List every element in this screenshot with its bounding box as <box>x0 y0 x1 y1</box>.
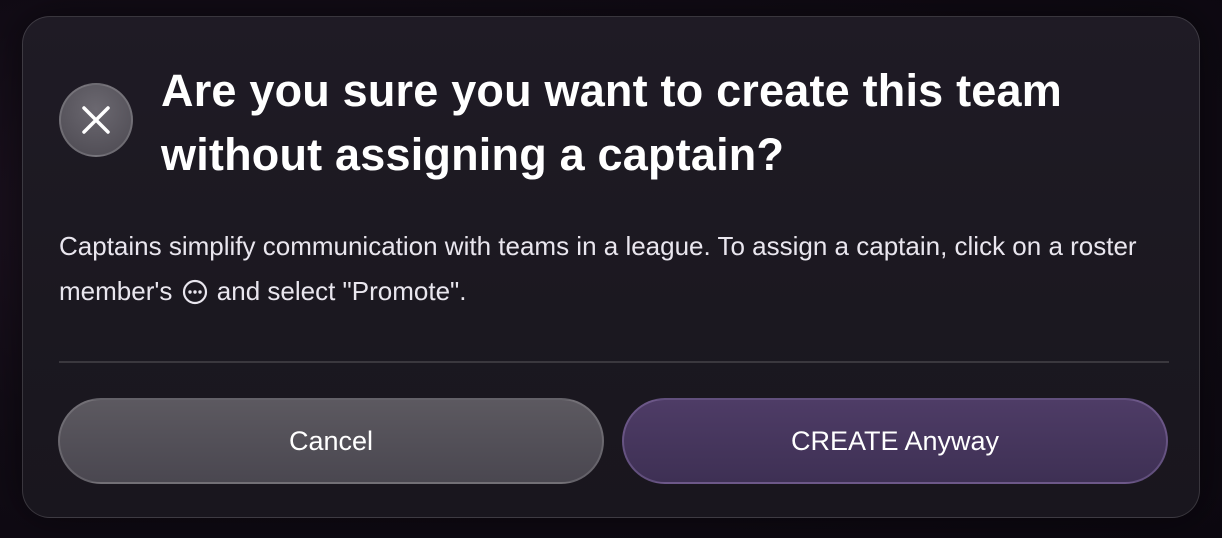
confirm-dialog: Are you sure you want to create this tea… <box>22 16 1200 518</box>
dialog-title: Are you sure you want to create this tea… <box>161 65 1062 180</box>
divider <box>59 361 1169 363</box>
cancel-button[interactable]: Cancel <box>58 398 604 484</box>
dialog-message: Captains simplify communication with tea… <box>59 224 1169 314</box>
create-anyway-button-label: CREATE Anyway <box>790 425 1000 456</box>
cancel-button-label: Cancel <box>288 425 374 456</box>
create-anyway-button[interactable]: CREATE Anyway <box>622 398 1168 484</box>
more-options-icon <box>182 279 207 305</box>
close-button[interactable] <box>59 83 133 157</box>
close-icon <box>82 106 110 134</box>
message-text-end: and select "Promote". <box>216 276 467 306</box>
